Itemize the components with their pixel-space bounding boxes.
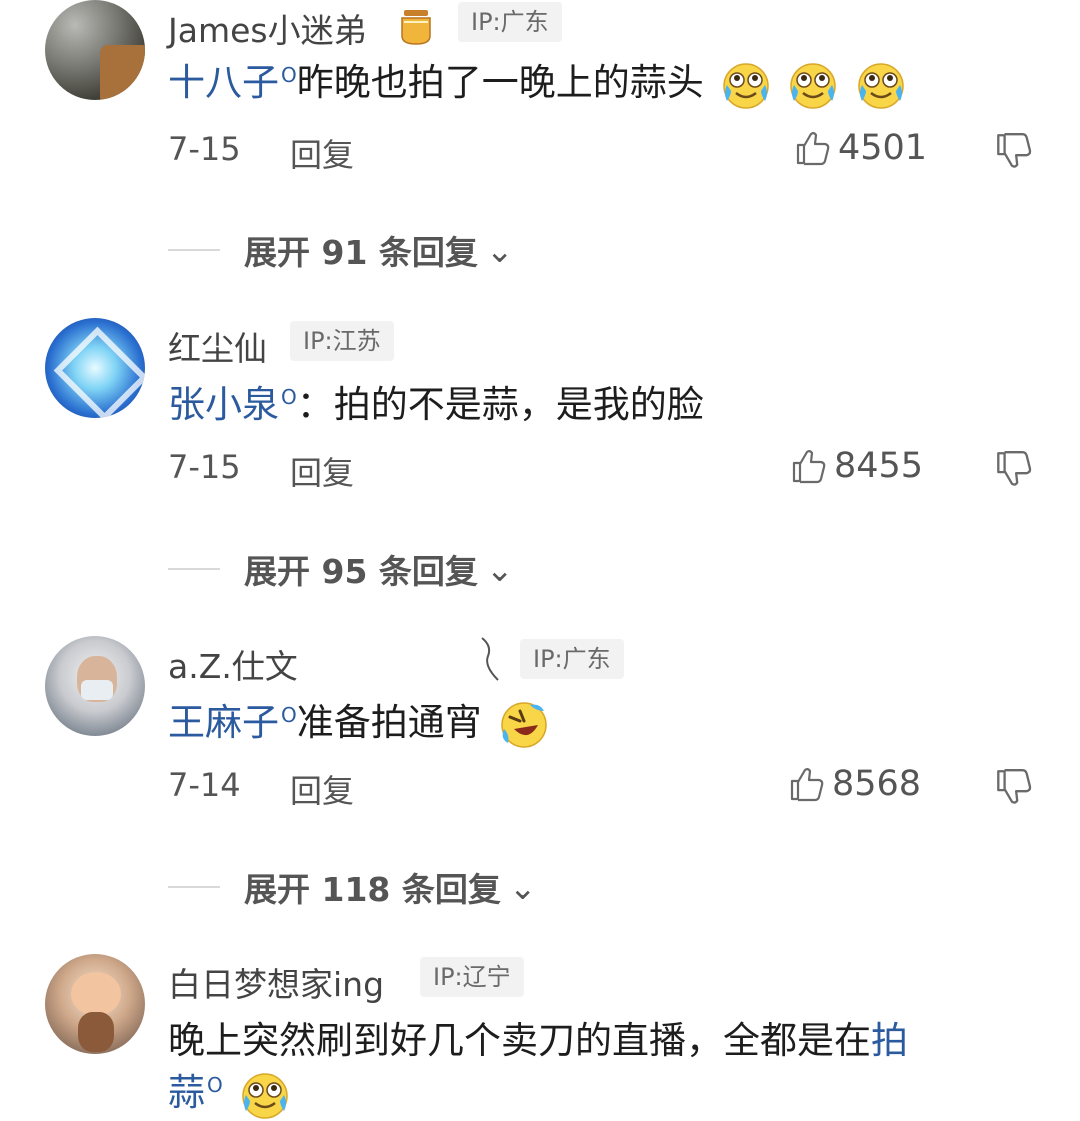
expand-replies-label: 展开 91 条回复	[244, 233, 478, 272]
expand-replies[interactable]: 展开 118 条回复 ⌄	[168, 863, 537, 911]
like-count: 8455	[834, 446, 924, 486]
chevron-down-icon: ⌄	[508, 867, 537, 907]
ip-location-tag: IP:广东	[458, 2, 562, 42]
cry-laugh-emoji	[239, 1069, 291, 1121]
avatar[interactable]	[45, 636, 145, 736]
comment-text: 昨晚也拍了一晚上的蒜头	[296, 61, 704, 104]
rolling-laugh-emoji	[498, 699, 550, 751]
chevron-down-icon: ⌄	[485, 549, 514, 589]
expand-replies[interactable]: 展开 95 条回复 ⌄	[168, 545, 514, 593]
avatar[interactable]	[45, 0, 145, 100]
expand-replies-label: 展开 118 条回复	[244, 870, 501, 909]
comment-date: 7-15	[168, 448, 241, 486]
mention-link[interactable]: 拍	[871, 1019, 908, 1062]
search-mention-icon[interactable]: 𝖮	[281, 703, 297, 727]
honey-pot-badge-icon	[401, 10, 431, 45]
comment-content: 张小泉 𝖮：拍的不是蒜，是我的脸	[168, 374, 704, 428]
reply-button[interactable]: 回复	[290, 130, 354, 176]
like-button[interactable]: 8568	[786, 764, 921, 804]
comment-date: 7-15	[168, 130, 241, 168]
search-mention-icon[interactable]: 𝖮	[281, 385, 297, 409]
divider	[168, 568, 220, 570]
squiggle-mark	[481, 637, 499, 681]
thumbs-up-icon	[788, 446, 828, 486]
mention-link[interactable]: 蒜	[168, 1071, 205, 1114]
like-count: 4501	[838, 128, 928, 168]
like-button[interactable]: 4501	[792, 128, 927, 168]
reply-button[interactable]: 回复	[290, 448, 354, 494]
comment-content-continued: 蒜𝖮	[168, 1062, 291, 1121]
avatar[interactable]	[45, 954, 145, 1054]
username[interactable]: a.Z.仕文	[168, 640, 298, 688]
comment-content: 晚上突然刷到好几个卖刀的直播，全都是在拍	[168, 1010, 908, 1064]
thumbs-down-icon[interactable]	[992, 130, 1034, 172]
ip-location-tag: IP:广东	[520, 639, 624, 679]
comment-content: 王麻子 𝖮准备拍通宵	[168, 692, 550, 751]
search-mention-icon[interactable]: 𝖮	[281, 63, 297, 87]
reply-button[interactable]: 回复	[290, 766, 354, 812]
ip-location-tag: IP:辽宁	[420, 957, 524, 997]
mention-link[interactable]: 十八子	[168, 61, 279, 104]
expand-replies[interactable]: 展开 91 条回复 ⌄	[168, 226, 514, 274]
cry-laugh-emoji	[855, 59, 907, 111]
cry-laugh-emoji	[720, 59, 772, 111]
search-mention-icon[interactable]: 𝖮	[207, 1073, 223, 1097]
cry-laugh-emoji	[787, 59, 839, 111]
thumbs-down-icon[interactable]	[992, 448, 1034, 490]
comment-text: 准备拍通宵	[296, 701, 482, 744]
divider	[168, 886, 220, 888]
thumbs-up-icon	[792, 128, 832, 168]
avatar[interactable]	[45, 318, 145, 418]
comment-text: 晚上突然刷到好几个卖刀的直播，全都是在	[168, 1019, 871, 1062]
comment-content: 十八子 𝖮昨晚也拍了一晚上的蒜头	[168, 52, 907, 111]
mention-link[interactable]: 王麻子	[168, 701, 279, 744]
like-button[interactable]: 8455	[788, 446, 923, 486]
username[interactable]: 白日梦想家ing	[168, 958, 384, 1006]
thumbs-down-icon[interactable]	[992, 766, 1034, 808]
username[interactable]: 红尘仙	[168, 322, 267, 370]
expand-replies-label: 展开 95 条回复	[244, 552, 478, 591]
chevron-down-icon: ⌄	[485, 230, 514, 270]
username[interactable]: James小迷弟	[168, 4, 367, 52]
mention-link[interactable]: 张小泉	[168, 383, 279, 426]
divider	[168, 249, 220, 251]
like-count: 8568	[832, 764, 922, 804]
thumbs-up-icon	[786, 764, 826, 804]
ip-location-tag: IP:江苏	[290, 321, 394, 361]
comment-text: ：拍的不是蒜，是我的脸	[296, 383, 704, 426]
comment-date: 7-14	[168, 766, 241, 804]
